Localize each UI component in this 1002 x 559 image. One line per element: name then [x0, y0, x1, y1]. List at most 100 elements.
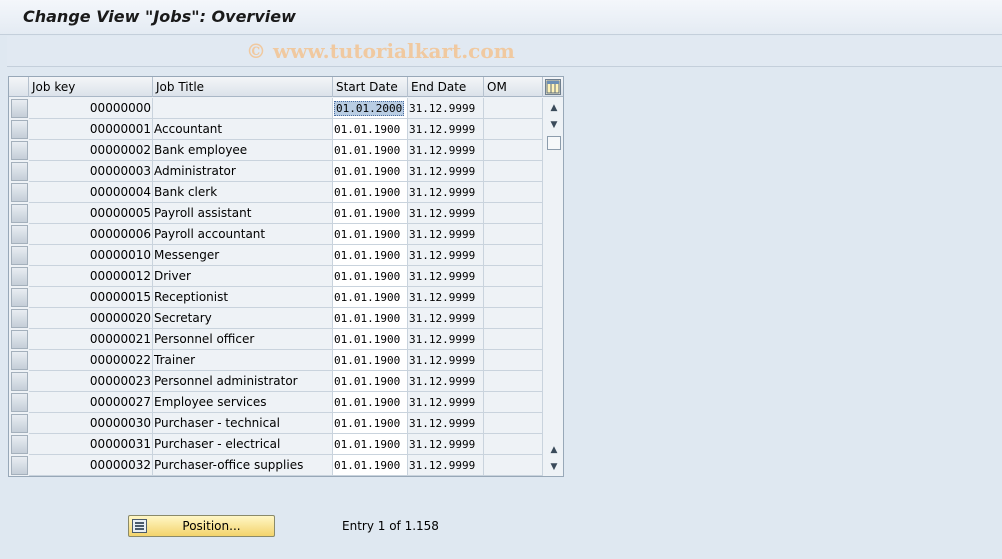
select-all-header[interactable] — [9, 77, 29, 97]
start-date-cell-text: 01.01.1900 — [334, 249, 401, 262]
position-button[interactable]: Position... — [128, 515, 275, 537]
table-row[interactable]: 00000006 Payroll accountant 01.01.1900 31.1… — [9, 224, 543, 245]
start-date-cell[interactable]: 01.01.2000 — [333, 98, 408, 119]
row-selector[interactable] — [11, 141, 28, 160]
job-key-cell-text: 00000021 — [89, 332, 151, 346]
table-row[interactable]: 00000015 Receptionist 01.01.1900 31.12.9999 — [9, 287, 543, 308]
job-title-cell-text: Personnel officer — [154, 332, 255, 346]
start-date-cell[interactable]: 01.01.1900 — [333, 371, 408, 392]
table-settings-icon[interactable] — [545, 79, 561, 95]
table-row[interactable]: 00000012 Driver 01.01.1900 31.12.9999 — [9, 266, 543, 287]
job-title-cell: Driver — [153, 266, 333, 287]
start-date-cell[interactable]: 01.01.1900 — [333, 182, 408, 203]
om-cell — [484, 224, 543, 245]
page-title: Change View "Jobs": Overview — [23, 7, 296, 26]
om-cell — [484, 434, 543, 455]
column-header-job-key[interactable]: Job key — [29, 77, 153, 97]
row-selector[interactable] — [11, 288, 28, 307]
start-date-cell[interactable]: 01.01.1900 — [333, 119, 408, 140]
table-row[interactable]: 00000020 Secretary 01.01.1900 31.12.9999 — [9, 308, 543, 329]
job-key-cell-text: 00000020 — [89, 311, 151, 325]
table-row[interactable]: 00000032 Purchaser-office supplies 01.01.1… — [9, 455, 543, 476]
om-cell — [484, 329, 543, 350]
start-date-cell[interactable]: 01.01.1900 — [333, 329, 408, 350]
row-selector[interactable] — [11, 372, 28, 391]
row-selector[interactable] — [11, 120, 28, 139]
job-title-cell: Administrator — [153, 161, 333, 182]
start-date-cell[interactable]: 01.01.1900 — [333, 455, 408, 476]
row-selector[interactable] — [11, 162, 28, 181]
row-selector[interactable] — [11, 183, 28, 202]
job-key-cell-text: 00000004 — [89, 185, 151, 199]
row-selector[interactable] — [11, 99, 28, 118]
job-key-cell-text: 00000001 — [89, 122, 151, 136]
om-cell — [484, 371, 543, 392]
page-up-icon[interactable]: ▲ — [547, 443, 561, 457]
job-key-cell-text: 00000022 — [89, 353, 151, 367]
end-date-cell-text: 31.12.9999 — [409, 249, 476, 262]
start-date-cell[interactable]: 01.01.1900 — [333, 308, 408, 329]
start-date-cell[interactable]: 01.01.1900 — [333, 140, 408, 161]
start-date-cell[interactable]: 01.01.1900 — [333, 161, 408, 182]
table-row[interactable]: 00000001 Accountant 01.01.1900 31.12.9999 — [9, 119, 543, 140]
table-row[interactable]: 00000030 Purchaser - technical 01.01.1900 3… — [9, 413, 543, 434]
table-row[interactable]: 00000000 01.01.2000 31.12.9999 — [9, 98, 543, 119]
column-header-om[interactable]: OM — [484, 77, 543, 97]
row-selector[interactable] — [11, 414, 28, 433]
row-selector[interactable] — [11, 267, 28, 286]
job-key-cell: 00000000 — [29, 98, 153, 119]
om-cell — [484, 245, 543, 266]
table-row[interactable]: 00000027 Employee services 01.01.1900 31.12… — [9, 392, 543, 413]
page-down-icon[interactable]: ▼ — [547, 118, 561, 132]
end-date-cell-text: 31.12.9999 — [409, 228, 476, 241]
column-header-job-title[interactable]: Job Title — [153, 77, 333, 97]
vertical-scrollbar[interactable]: ▲ ▼ ▲ ▼ — [545, 98, 563, 476]
job-title-cell: Purchaser - electrical — [153, 434, 333, 455]
column-header-start-date[interactable]: Start Date — [333, 77, 408, 97]
row-selector[interactable] — [11, 456, 28, 475]
table-row[interactable]: 00000021 Personnel officer 01.01.1900 31.12… — [9, 329, 543, 350]
end-date-cell: 31.12.9999 — [408, 182, 484, 203]
row-selector[interactable] — [11, 309, 28, 328]
job-title-cell-text: Bank clerk — [154, 185, 218, 199]
table-row[interactable]: 00000002 Bank employee 01.01.1900 31.12.999… — [9, 140, 543, 161]
start-date-cell[interactable]: 01.01.1900 — [333, 266, 408, 287]
job-key-cell-text: 00000023 — [89, 374, 151, 388]
column-header-end-date[interactable]: End Date — [408, 77, 484, 97]
job-title-cell: Bank clerk — [153, 182, 333, 203]
row-selector[interactable] — [11, 393, 28, 412]
row-selector[interactable] — [11, 435, 28, 454]
scrollbar-thumb[interactable] — [547, 136, 561, 150]
start-date-cell[interactable]: 01.01.1900 — [333, 413, 408, 434]
row-selector[interactable] — [11, 246, 28, 265]
table-row[interactable]: 00000003 Administrator 01.01.1900 31.12.999… — [9, 161, 543, 182]
row-selector[interactable] — [11, 330, 28, 349]
start-date-cell[interactable]: 01.01.1900 — [333, 287, 408, 308]
table-row[interactable]: 00000023 Personnel administrator 01.01.190… — [9, 371, 543, 392]
job-title-cell-text: Bank employee — [154, 143, 248, 157]
table-row[interactable]: 00000031 Purchaser - electrical 01.01.1900… — [9, 434, 543, 455]
start-date-cell[interactable]: 01.01.1900 — [333, 350, 408, 371]
start-date-cell[interactable]: 01.01.1900 — [333, 434, 408, 455]
start-date-cell-text: 01.01.1900 — [334, 417, 401, 430]
table-row[interactable]: 00000004 Bank clerk 01.01.1900 31.12.9999 — [9, 182, 543, 203]
start-date-cell[interactable]: 01.01.1900 — [333, 245, 408, 266]
start-date-cell-text: 01.01.1900 — [334, 312, 401, 325]
job-key-cell: 00000020 — [29, 308, 153, 329]
start-date-cell[interactable]: 01.01.1900 — [333, 203, 408, 224]
scroll-down-icon[interactable]: ▼ — [547, 460, 561, 474]
table-row[interactable]: 00000010 Messenger 01.01.1900 31.12.9999 — [9, 245, 543, 266]
job-key-cell: 00000005 — [29, 203, 153, 224]
job-key-cell-text: 00000027 — [89, 395, 151, 409]
table-row[interactable]: 00000022 Trainer 01.01.1900 31.12.9999 — [9, 350, 543, 371]
row-selector[interactable] — [11, 204, 28, 223]
scroll-up-icon[interactable]: ▲ — [547, 101, 561, 115]
start-date-cell[interactable]: 01.01.1900 — [333, 224, 408, 245]
table-header: Job key Job Title Start Date End Date OM — [9, 77, 563, 97]
end-date-cell-text: 31.12.9999 — [409, 123, 476, 136]
row-selector[interactable] — [11, 225, 28, 244]
start-date-cell[interactable]: 01.01.1900 — [333, 392, 408, 413]
job-title-cell-text: Trainer — [154, 353, 196, 367]
row-selector[interactable] — [11, 351, 28, 370]
table-row[interactable]: 00000005 Payroll assistant 01.01.1900 31.12… — [9, 203, 543, 224]
